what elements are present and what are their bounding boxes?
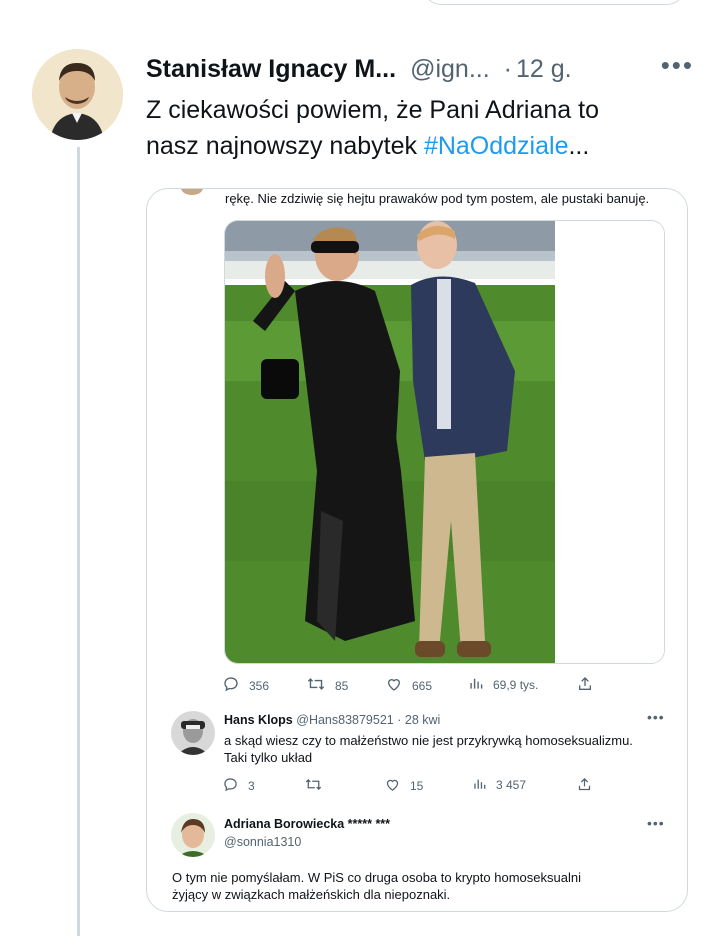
- like-action[interactable]: 665: [386, 676, 432, 695]
- reply-author-name[interactable]: Hans Klops: [224, 713, 293, 727]
- tweet-text-line1: Z ciekawości powiem, że Pani Adriana to: [146, 96, 599, 124]
- reply1-share-action[interactable]: [577, 777, 592, 795]
- reply-count: 356: [249, 678, 270, 693]
- tweet-text-ellipsis: ...: [568, 132, 590, 160]
- reply1-reply-count: 3: [248, 779, 255, 793]
- reply-header: Hans Klops @Hans83879521 · 28 kwi: [224, 713, 440, 727]
- reply-icon: [223, 777, 238, 795]
- share-icon: [577, 777, 592, 795]
- previous-card-edge: [423, 0, 685, 5]
- share-icon: [577, 676, 593, 695]
- author-handle[interactable]: @ign...: [410, 55, 490, 84]
- thread-line: [77, 147, 80, 936]
- more-icon[interactable]: •••: [647, 815, 665, 831]
- retweet-action[interactable]: 85: [307, 676, 348, 695]
- share-action[interactable]: [577, 676, 593, 695]
- views-action[interactable]: 69,9 tys.: [469, 676, 538, 693]
- reply-text: a skąd wiesz czy to małżeństwo nie jest …: [224, 732, 633, 766]
- tweet-header: Stanisław Ignacy M... @ign... · 12 g. ••…: [146, 50, 694, 86]
- reply2-handle-row: @sonnia1310: [224, 835, 301, 849]
- author-name[interactable]: Stanisław Ignacy M...: [146, 55, 396, 84]
- hashtag-link[interactable]: #NaOddziale: [424, 132, 569, 160]
- views-icon: [473, 777, 486, 793]
- like-count: 665: [412, 678, 433, 693]
- reply1-views-action[interactable]: 3 457: [473, 777, 526, 793]
- reply-avatar-adriana[interactable]: [171, 813, 215, 857]
- retweet-count: 85: [335, 678, 349, 693]
- retweet-icon: [305, 777, 322, 795]
- quoted-partial-text: rękę. Nie zdziwię się hejtu prawaków pod…: [225, 191, 650, 206]
- reply2-text: O tym nie pomyślałam. W PiS co druga oso…: [172, 869, 672, 903]
- reply-text-line2: Taki tylko układ: [224, 750, 313, 765]
- more-icon[interactable]: •••: [647, 709, 665, 725]
- partial-avatar: [181, 189, 203, 195]
- reply2-author-handle[interactable]: @sonnia1310: [224, 835, 301, 849]
- reply2-text-line2: żyjący w związkach małżeńskich dla niepo…: [172, 887, 451, 902]
- author-avatar[interactable]: [32, 49, 123, 140]
- separator-dot: ·: [503, 54, 512, 83]
- tweet-text: Z ciekawości powiem, że Pani Adriana to …: [146, 92, 706, 164]
- quoted-screenshot[interactable]: rękę. Nie zdziwię się hejtu prawaków pod…: [146, 188, 688, 912]
- reply1-reply-action[interactable]: 3: [223, 777, 255, 795]
- reply2-text-line1: O tym nie pomyślałam. W PiS co druga oso…: [172, 870, 581, 885]
- reply-text-line1: a skąd wiesz czy to małżeństwo nie jest …: [224, 733, 633, 748]
- reply1-views-count: 3 457: [496, 778, 527, 792]
- views-count: 69,9 tys.: [493, 677, 539, 692]
- reply2-author-name[interactable]: Adriana Borowiecka ***** ***: [224, 817, 390, 831]
- tweet-time[interactable]: 12 g.: [516, 55, 572, 84]
- more-icon[interactable]: •••: [661, 50, 694, 81]
- reply-time[interactable]: · 28 kwi: [397, 713, 440, 727]
- reply1-like-action[interactable]: 15: [385, 777, 423, 795]
- views-icon: [469, 676, 483, 693]
- tweet-text-prefix: nasz najnowszy nabytek: [146, 132, 424, 160]
- retweet-icon: [307, 676, 325, 695]
- attached-photo[interactable]: [224, 220, 665, 664]
- like-icon: [386, 676, 402, 695]
- reply2-header: Adriana Borowiecka ***** ***: [224, 817, 390, 831]
- like-icon: [385, 777, 400, 795]
- reply1-like-count: 15: [410, 779, 424, 793]
- reply-action[interactable]: 356: [223, 676, 269, 695]
- reply1-retweet-action[interactable]: [305, 777, 322, 795]
- tweet-text-line2: nasz najnowszy nabytek #NaOddziale...: [146, 128, 706, 164]
- reply-author-handle[interactable]: @Hans83879521: [296, 713, 394, 727]
- reply-icon: [223, 676, 239, 695]
- reply-avatar-hans[interactable]: [171, 711, 215, 755]
